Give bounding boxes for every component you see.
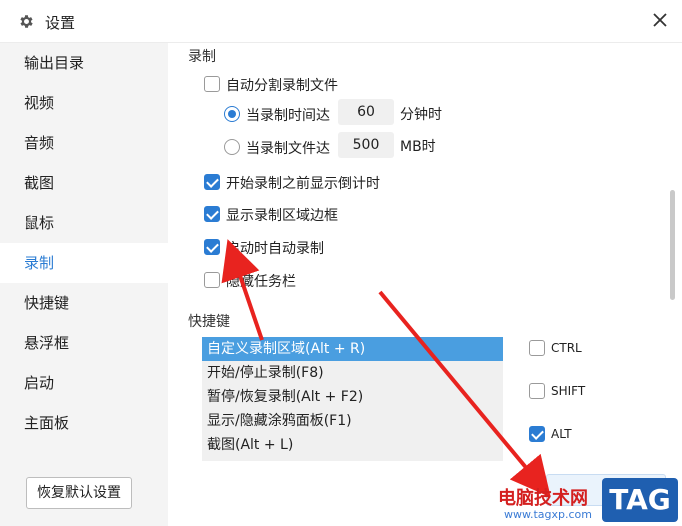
alt-modifier-label: ALT	[551, 427, 572, 441]
hide-taskbar-label: 隐藏任务栏	[226, 274, 296, 290]
settings-sidebar: 输出目录 视频 音频 截图 鼠标 录制 快捷键 悬浮框 启动 主面板	[0, 43, 168, 526]
ctrl-modifier-label: CTRL	[551, 341, 582, 355]
split-time-unit: 分钟时	[400, 107, 442, 123]
split-by-size-label: 当录制文件达	[246, 141, 330, 157]
split-by-size-radio[interactable]	[224, 139, 240, 155]
split-size-input[interactable]	[338, 132, 394, 158]
ctrl-modifier-checkbox[interactable]	[529, 340, 545, 356]
shift-modifier-label: SHIFT	[551, 384, 586, 398]
sidebar-item-mouse[interactable]: 鼠标	[0, 203, 168, 243]
split-size-unit: MB时	[400, 139, 436, 155]
auto-record-checkbox[interactable]	[204, 239, 220, 255]
split-by-time-label: 当录制时间达	[246, 108, 330, 124]
restore-defaults-button[interactable]: 恢复默认设置	[26, 477, 132, 509]
shortcut-item-pause-resume[interactable]: 暂停/恢复录制(Alt + F2)	[202, 385, 503, 409]
show-border-label: 显示录制区域边框	[226, 208, 338, 224]
watermark-text: 电脑技术网	[498, 488, 588, 509]
shortcut-item-start-stop[interactable]: 开始/停止录制(F8)	[202, 361, 503, 385]
split-time-input[interactable]	[338, 99, 394, 125]
shortcut-item-doodle-panel[interactable]: 显示/隐藏涂鸦面板(F1)	[202, 409, 503, 433]
close-icon[interactable]	[648, 8, 672, 32]
shortcut-list[interactable]: 自定义录制区域(Alt + R) 开始/停止录制(F8) 暂停/恢复录制(Alt…	[202, 337, 503, 461]
sidebar-item-audio[interactable]: 音频	[0, 123, 168, 163]
show-border-checkbox[interactable]	[204, 206, 220, 222]
settings-content: 录制 自动分割录制文件 当录制时间达 分钟时 当录制文件达 MB时 开始录制之前…	[168, 43, 682, 463]
auto-record-label: 启动时自动录制	[226, 241, 324, 257]
shortcut-item-custom-area[interactable]: 自定义录制区域(Alt + R)	[202, 337, 503, 361]
split-by-time-radio[interactable]	[224, 106, 240, 122]
recording-section-title: 录制	[188, 49, 216, 65]
gear-icon	[20, 15, 33, 28]
watermark-url: www.tagxp.com	[504, 508, 592, 521]
alt-modifier-checkbox[interactable]	[529, 426, 545, 442]
shortcut-item-screenshot[interactable]: 截图(Alt + L)	[202, 433, 503, 457]
countdown-checkbox[interactable]	[204, 174, 220, 190]
sidebar-item-recording[interactable]: 录制	[0, 243, 168, 283]
sidebar-item-float-window[interactable]: 悬浮框	[0, 323, 168, 363]
shift-modifier-checkbox[interactable]	[529, 383, 545, 399]
sidebar-item-output-dir[interactable]: 输出目录	[0, 43, 168, 83]
auto-split-label: 自动分割录制文件	[226, 78, 338, 94]
countdown-label: 开始录制之前显示倒计时	[226, 176, 380, 192]
sidebar-item-screenshot[interactable]: 截图	[0, 163, 168, 203]
sidebar-item-main-panel[interactable]: 主面板	[0, 403, 168, 443]
sidebar-item-video[interactable]: 视频	[0, 83, 168, 123]
auto-split-checkbox[interactable]	[204, 76, 220, 92]
watermark-badge: TAG	[602, 478, 678, 522]
sidebar-item-shortcuts[interactable]: 快捷键	[0, 283, 168, 323]
sidebar-item-startup[interactable]: 启动	[0, 363, 168, 403]
hide-taskbar-checkbox[interactable]	[204, 272, 220, 288]
shortcuts-section-title: 快捷键	[188, 314, 230, 330]
content-scrollbar[interactable]	[670, 190, 675, 300]
window-title: 设置	[45, 14, 76, 32]
title-bar: 设置	[0, 0, 682, 43]
